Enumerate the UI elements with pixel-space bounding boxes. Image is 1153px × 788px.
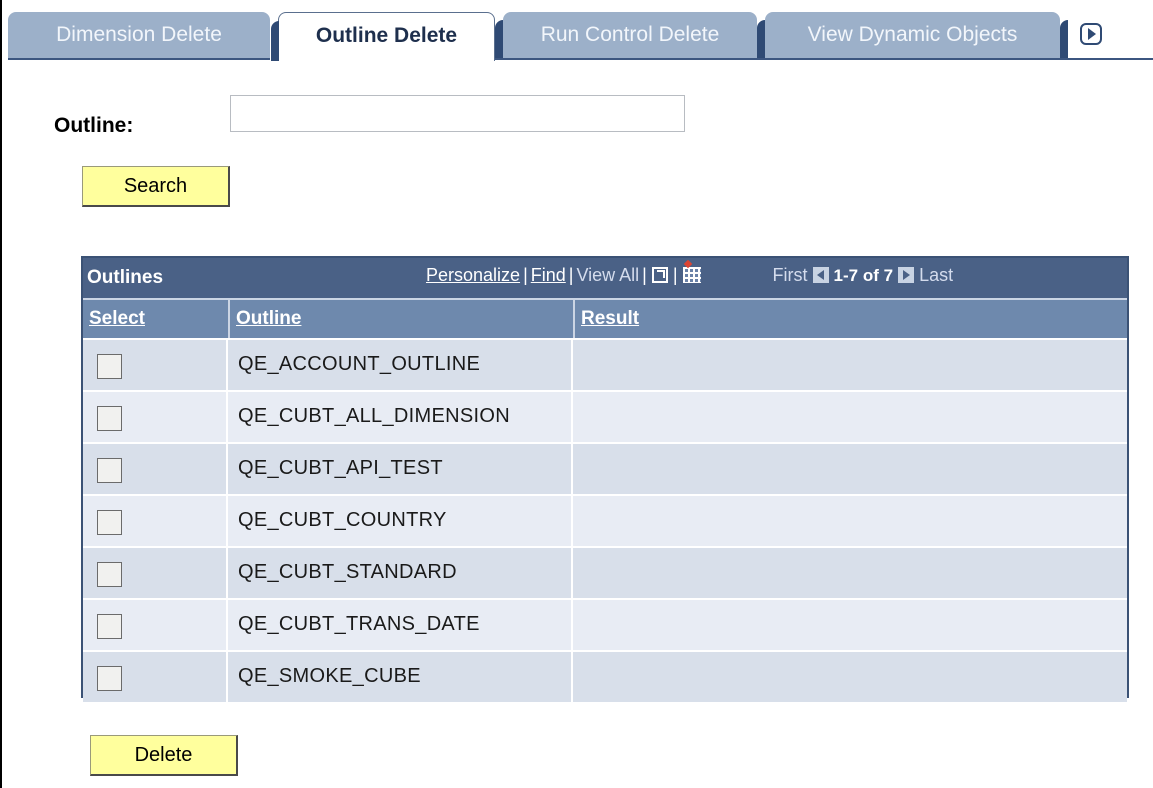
tab-underline (8, 58, 270, 60)
result-cell (575, 496, 1127, 546)
select-cell (83, 392, 228, 442)
outline-name: QE_CUBT_TRANS_DATE (238, 613, 480, 635)
select-cell (83, 548, 228, 598)
find-link[interactable]: Find (531, 265, 566, 285)
separator: | (523, 265, 528, 285)
outline-input[interactable] (230, 95, 685, 132)
select-checkbox[interactable] (97, 614, 122, 639)
tab-bar: Dimension Delete Outline Delete Run Cont… (8, 12, 1153, 61)
select-cell (83, 652, 228, 702)
outline-name: QE_CUBT_API_TEST (238, 457, 443, 479)
tab-dimension-delete[interactable]: Dimension Delete (8, 12, 270, 58)
table-row: QE_CUBT_COUNTRY (83, 494, 1127, 546)
first-label[interactable]: First (773, 265, 808, 285)
select-checkbox[interactable] (97, 354, 122, 379)
search-button[interactable]: Search (82, 166, 230, 207)
tab-more[interactable] (1060, 12, 1138, 58)
tab-outline-delete[interactable]: Outline Delete (271, 12, 495, 61)
sort-select-link[interactable]: Select (89, 308, 145, 330)
more-tabs-icon[interactable] (1080, 23, 1102, 45)
select-checkbox[interactable] (97, 406, 122, 431)
outline-name: QE_CUBT_COUNTRY (238, 509, 447, 531)
result-cell (575, 652, 1127, 702)
grid-title: Outlines (87, 267, 164, 288)
tab-view-dynamic-objects[interactable]: View Dynamic Objects (757, 12, 1060, 58)
outline-cell: QE_SMOKE_CUBE (230, 652, 573, 702)
result-cell (575, 340, 1127, 390)
personalize-link[interactable]: Personalize (426, 265, 520, 285)
zoom-grid-icon[interactable] (651, 267, 668, 283)
outline-name: QE_CUBT_STANDARD (238, 561, 457, 583)
table-row: QE_CUBT_STANDARD (83, 546, 1127, 598)
pager: First 1-7 of 7 Last (773, 265, 954, 285)
result-cell (575, 548, 1127, 598)
grid-navigation: Personalize | Find | View All | | First 1-7 of 7… (426, 265, 953, 286)
grid-title-bar: Outlines Personalize | Find | View All | | Firs… (83, 258, 1127, 300)
result-cell (575, 600, 1127, 650)
download-excel-icon[interactable] (682, 267, 701, 283)
previous-arrow-icon[interactable] (812, 267, 829, 283)
sort-result-link[interactable]: Result (581, 308, 639, 330)
column-header-result: Result (575, 300, 1127, 338)
select-cell (83, 340, 228, 390)
row-count: 1-7 of 7 (833, 266, 894, 285)
page-left-border (0, 0, 2, 788)
outline-cell: QE_CUBT_TRANS_DATE (230, 600, 573, 650)
table-row: QE_CUBT_TRANS_DATE (83, 598, 1127, 650)
select-cell (83, 600, 228, 650)
result-cell (575, 444, 1127, 494)
select-checkbox[interactable] (97, 510, 122, 535)
table-row: QE_CUBT_ALL_DIMENSION (83, 390, 1127, 442)
tab-underline (495, 58, 1153, 60)
outline-name: QE_ACCOUNT_OUTLINE (238, 353, 481, 375)
separator: | (642, 265, 647, 285)
select-cell (83, 444, 228, 494)
column-header-outline: Outline (230, 300, 575, 338)
outline-name: QE_SMOKE_CUBE (238, 665, 421, 687)
outlines-grid: Outlines Personalize | Find | View All | | Firs… (81, 256, 1129, 702)
separator: | (568, 265, 574, 285)
select-cell (83, 496, 228, 546)
select-checkbox[interactable] (97, 458, 122, 483)
outline-cell: QE_CUBT_ALL_DIMENSION (230, 392, 573, 442)
outline-cell: QE_CUBT_COUNTRY (230, 496, 573, 546)
last-label[interactable]: Last (919, 265, 953, 285)
tab-run-control-delete[interactable]: Run Control Delete (495, 12, 757, 58)
select-checkbox[interactable] (97, 666, 122, 691)
outline-cell: QE_ACCOUNT_OUTLINE (230, 340, 573, 390)
outline-cell: QE_CUBT_API_TEST (230, 444, 573, 494)
column-header-select: Select (83, 300, 230, 338)
next-arrow-icon[interactable] (898, 267, 915, 283)
view-all-link[interactable]: View All (576, 265, 639, 285)
select-checkbox[interactable] (97, 562, 122, 587)
table-row: QE_ACCOUNT_OUTLINE (83, 338, 1127, 390)
table-row: QE_SMOKE_CUBE (83, 650, 1127, 702)
grid-rows: QE_ACCOUNT_OUTLINE QE_CUBT_ALL_DIMENSION… (83, 338, 1127, 702)
outline-field-label: Outline: (54, 114, 134, 137)
sort-outline-link[interactable]: Outline (236, 308, 301, 330)
outline-cell: QE_CUBT_STANDARD (230, 548, 573, 598)
result-cell (575, 392, 1127, 442)
table-row: QE_CUBT_API_TEST (83, 442, 1127, 494)
separator: | (672, 265, 678, 285)
outline-name: QE_CUBT_ALL_DIMENSION (238, 405, 510, 427)
delete-button[interactable]: Delete (90, 735, 238, 776)
